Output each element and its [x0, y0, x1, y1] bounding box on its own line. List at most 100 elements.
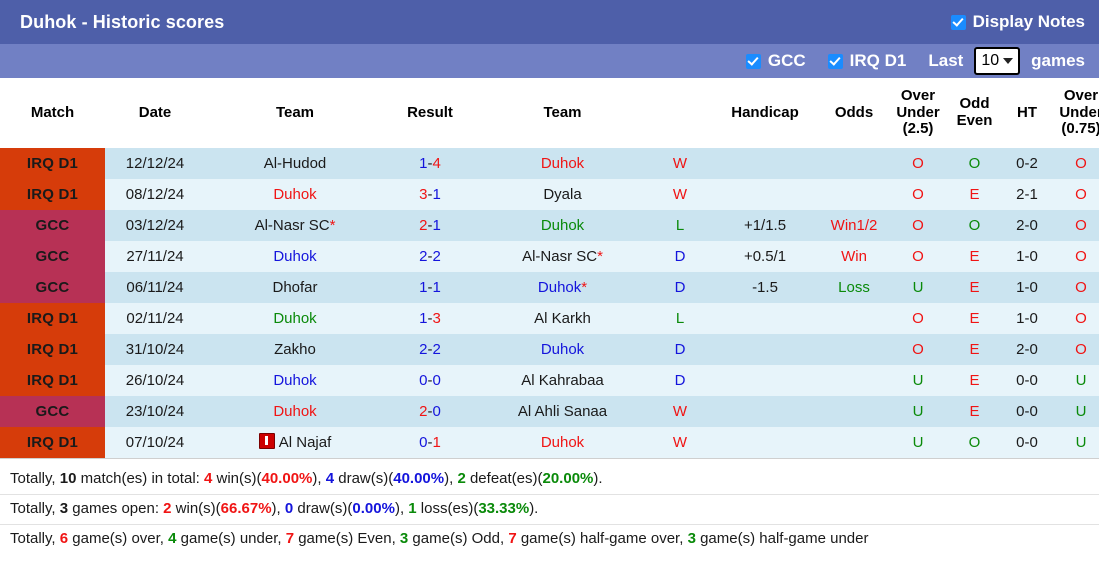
col-header-match[interactable]: Match	[0, 78, 105, 148]
ou25-line2: Under	[896, 103, 940, 121]
row-home-team[interactable]: Zakho	[205, 334, 385, 365]
row-away-team[interactable]: Dyala	[475, 179, 650, 210]
row-home-team[interactable]: Duhok	[205, 179, 385, 210]
row-home-team[interactable]: Al Najaf	[205, 427, 385, 458]
col-header-away-team[interactable]: Team	[475, 78, 650, 148]
row-home-team[interactable]: Al-Hudod	[205, 148, 385, 179]
gcc-checkbox[interactable]	[745, 53, 761, 69]
row-odd-even: E	[948, 272, 1001, 303]
home-team-name: Duhok	[273, 248, 317, 265]
table-row[interactable]: GCC 06/11/24 Dhofar 1-1 Duhok* D -1.5 Loss U E 1-0…	[0, 272, 1099, 303]
row-home-team[interactable]: Dhofar	[205, 272, 385, 303]
s1-wins-word: win(s)(	[212, 470, 262, 487]
ou075-value: O	[1075, 310, 1087, 327]
row-away-team[interactable]: Al Karkh	[475, 303, 650, 334]
s3-odd-word: game(s) Odd,	[408, 529, 509, 547]
row-away-team[interactable]: Al-Nasr SC*	[475, 241, 650, 272]
row-away-team[interactable]: Duhok	[475, 334, 650, 365]
row-outcome: W	[650, 148, 710, 179]
row-home-team[interactable]: Duhok	[205, 241, 385, 272]
row-result[interactable]: 1-3	[385, 303, 475, 334]
display-notes-checkbox[interactable]	[950, 14, 966, 30]
row-over-under-25: U	[888, 272, 948, 303]
row-home-team[interactable]: Duhok	[205, 365, 385, 396]
s1-defeats-word: defeat(es)(	[465, 470, 543, 487]
row-over-under-25: O	[888, 148, 948, 179]
ou075-value: O	[1075, 217, 1087, 234]
home-team-name: Duhok	[273, 186, 317, 203]
row-over-under-075: O	[1053, 148, 1099, 179]
row-result[interactable]: 1-1	[385, 272, 475, 303]
row-date: 12/12/24	[105, 148, 205, 179]
row-result[interactable]: 2-1	[385, 210, 475, 241]
display-notes-control[interactable]: Display Notes	[950, 12, 1085, 32]
row-result[interactable]: 0-0	[385, 365, 475, 396]
s2-losses: 1	[408, 499, 417, 517]
row-halftime-score: 1-0	[1001, 272, 1053, 303]
col-header-date[interactable]: Date	[105, 78, 205, 148]
s2-mid2: ),	[271, 499, 285, 517]
score-away: 2	[432, 341, 441, 358]
row-result[interactable]: 2-0	[385, 396, 475, 427]
row-home-team[interactable]: Duhok	[205, 396, 385, 427]
col-header-odds[interactable]: Odds	[820, 78, 888, 148]
row-away-team[interactable]: Duhok	[475, 148, 650, 179]
row-handicap	[710, 396, 820, 427]
col-header-handicap[interactable]: Handicap	[710, 78, 820, 148]
row-home-team[interactable]: Duhok	[205, 303, 385, 334]
filter-irq-d1[interactable]: IRQ D1	[827, 51, 906, 71]
outcome-letter: D	[674, 279, 686, 296]
score-home: 3	[419, 186, 428, 203]
table-row[interactable]: IRQ D1 02/11/24 Duhok 1-3 Al Karkh L O E 1-0 O	[0, 303, 1099, 334]
col-header-home-team[interactable]: Team	[205, 78, 385, 148]
col-header-odd-even[interactable]: Odd Even	[948, 78, 1001, 148]
row-handicap: +1/1.5	[710, 210, 820, 241]
row-league-badge[interactable]: IRQ D1	[0, 334, 105, 365]
col-header-ht[interactable]: HT	[1001, 78, 1053, 148]
col-header-result[interactable]: Result	[385, 78, 475, 148]
games-count-select[interactable]: 10	[974, 47, 1021, 75]
row-league-badge[interactable]: IRQ D1	[0, 365, 105, 396]
row-away-team[interactable]: Duhok*	[475, 272, 650, 303]
row-away-team[interactable]: Duhok	[475, 210, 650, 241]
row-league-badge[interactable]: GCC	[0, 272, 105, 303]
row-league-badge[interactable]: IRQ D1	[0, 148, 105, 179]
row-league-badge[interactable]: GCC	[0, 241, 105, 272]
away-team-name: Al-Nasr SC	[522, 248, 598, 265]
s1-total: 10	[59, 470, 77, 487]
row-away-team[interactable]: Al Kahrabaa	[475, 365, 650, 396]
row-result[interactable]: 2-2	[385, 241, 475, 272]
score-away: 1	[432, 279, 441, 296]
col-header-over-under-075[interactable]: Over Under (0.75)	[1053, 78, 1099, 148]
row-result[interactable]: 1-4	[385, 148, 475, 179]
row-halftime-score: 0-2	[1001, 148, 1053, 179]
score-away: 0	[432, 403, 441, 420]
table-row[interactable]: GCC 03/12/24 Al-Nasr SC* 2-1 Duhok L +1/1.5 Win…	[0, 210, 1099, 241]
table-row[interactable]: IRQ D1 07/10/24 Al Najaf 0-1 Duhok W U O 0-0 U	[0, 427, 1099, 458]
row-away-team[interactable]: Al Ahli Sanaa	[475, 396, 650, 427]
away-team-name: Duhok	[540, 341, 585, 358]
row-league-badge[interactable]: IRQ D1	[0, 427, 105, 458]
table-row[interactable]: IRQ D1 12/12/24 Al-Hudod 1-4 Duhok W O O 0-2 O	[0, 148, 1099, 179]
row-handicap	[710, 303, 820, 334]
row-away-team[interactable]: Duhok	[475, 427, 650, 458]
filter-gcc[interactable]: GCC	[745, 51, 806, 71]
row-league-badge[interactable]: GCC	[0, 210, 105, 241]
col-header-over-under-25[interactable]: Over Under (2.5)	[888, 78, 948, 148]
row-over-under-075: O	[1053, 334, 1099, 365]
table-row[interactable]: GCC 23/10/24 Duhok 2-0 Al Ahli Sanaa W U E 0-0 U	[0, 396, 1099, 427]
s2-prefix: Totally,	[10, 499, 60, 517]
row-league-badge[interactable]: IRQ D1	[0, 179, 105, 210]
row-result[interactable]: 0-1	[385, 427, 475, 458]
table-row[interactable]: GCC 27/11/24 Duhok 2-2 Al-Nasr SC* D +0.5/1 Win…	[0, 241, 1099, 272]
row-home-team[interactable]: Al-Nasr SC*	[205, 210, 385, 241]
row-result[interactable]: 2-2	[385, 334, 475, 365]
table-row[interactable]: IRQ D1 08/12/24 Duhok 3-1 Dyala W O E 2-1 O	[0, 179, 1099, 210]
row-league-badge[interactable]: IRQ D1	[0, 303, 105, 334]
table-row[interactable]: IRQ D1 26/10/24 Duhok 0-0 Al Kahrabaa D U E 0-0 U	[0, 365, 1099, 396]
s2-losses-word: loss(es)(	[416, 499, 479, 517]
irq-d1-checkbox[interactable]	[827, 53, 843, 69]
row-result[interactable]: 3-1	[385, 179, 475, 210]
row-league-badge[interactable]: GCC	[0, 396, 105, 427]
table-row[interactable]: IRQ D1 31/10/24 Zakho 2-2 Duhok D O E 2-0 O	[0, 334, 1099, 365]
